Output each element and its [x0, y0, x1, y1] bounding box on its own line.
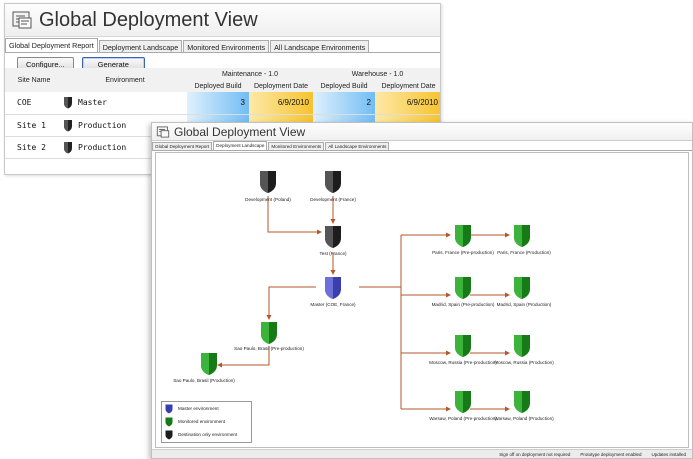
tab-monitored-environments[interactable]: Monitored Environments — [183, 40, 270, 52]
master-coe-node[interactable] — [324, 276, 342, 300]
column-group-maintenance: Maintenance - 1.0 — [187, 68, 313, 80]
landscape-canvas[interactable]: Development (Poland) Development (France… — [155, 152, 689, 448]
black-shield-icon — [64, 141, 72, 153]
status-bar: Sign off on deployment not required Prot… — [152, 449, 692, 458]
app-window-icon — [12, 11, 32, 29]
legend-item-master: Master environment — [162, 402, 251, 415]
column-header-w-build[interactable]: Deployed Build — [313, 80, 375, 92]
node-label: Moscow, Russia (Pre-production) — [429, 360, 497, 365]
black-shield-icon — [64, 119, 72, 131]
legend-label: Monitored environment — [178, 419, 225, 424]
node-label: Moscow, Russia (Production) — [494, 360, 554, 365]
status-item: Updates installed — [651, 451, 686, 457]
column-header-site[interactable]: Site Name — [5, 68, 63, 92]
tab-all-landscape-environments[interactable]: All Landscape Environments — [270, 40, 370, 52]
black-shield-icon — [64, 97, 72, 109]
black-shield-icon — [165, 430, 173, 439]
node-label: Master (COE, France) — [310, 302, 356, 307]
node-label: Madrid, Spain (Production) — [496, 302, 552, 307]
node-label: Test (France) — [319, 251, 347, 256]
legend-item-destination: Destination only environment — [162, 428, 251, 441]
warehouse-date-cell: 6/9/2010 — [375, 92, 440, 115]
tab-monitored-environments[interactable]: Monitored Environments — [268, 142, 325, 150]
tab-global-deployment-report[interactable]: Global Deployment Report — [5, 38, 98, 52]
app-window-icon — [156, 125, 170, 138]
status-item: Sign off on deployment not required — [499, 451, 571, 457]
site-name: Site 2 — [5, 136, 63, 159]
environment-name: Production — [78, 120, 127, 130]
paris-prod-node[interactable] — [513, 224, 531, 248]
report-title: Global Deployment View — [39, 8, 258, 31]
moscow-pre-node[interactable] — [454, 334, 472, 358]
landscape-title-bar: Global Deployment View — [152, 123, 692, 141]
dev-poland-node[interactable] — [259, 170, 277, 194]
column-header-m-date[interactable]: Deployment Date — [249, 80, 313, 92]
sao-paulo-prod-node[interactable] — [200, 352, 218, 376]
node-label: Warsaw, Poland (Production) — [494, 416, 554, 421]
node-label: Sao Paulo, Brasil (Production) — [173, 378, 235, 383]
tab-all-landscape-environments[interactable]: All Landscape Environments — [325, 142, 390, 150]
status-item: Prototype deployment enabled — [580, 451, 642, 457]
legend-item-monitored: Monitored environment — [162, 415, 251, 428]
environment-name: Master — [78, 98, 107, 108]
node-label: Madrid, Spain (Pre-production) — [431, 302, 495, 307]
tab-deployment-landscape[interactable]: Deployment Landscape — [213, 141, 268, 150]
landscape-window: Global Deployment View Global Deployment… — [151, 122, 693, 459]
sao-paulo-pre-node[interactable] — [260, 321, 278, 345]
legend-label: Master environment — [178, 406, 219, 411]
site-name: Site 1 — [5, 114, 63, 137]
node-label: Paris, France (Production) — [497, 250, 551, 255]
test-france-node[interactable] — [324, 225, 342, 249]
warehouse-build-cell: 2 — [313, 92, 375, 115]
node-label: Development (France) — [310, 197, 356, 202]
column-group-warehouse: Warehouse - 1.0 — [313, 68, 440, 80]
green-shield-icon — [165, 417, 173, 426]
node-label: Development (Poland) — [245, 197, 291, 202]
node-label: Sao Paulo, Brasil (Pre-production) — [234, 346, 304, 351]
legend: Master environment Monitored environment… — [161, 401, 252, 443]
table-row[interactable]: COE Master 3 6/9/2010 2 6/9/2010 — [5, 92, 440, 115]
blue-shield-icon — [165, 404, 173, 413]
column-header-w-date[interactable]: Deployment Date — [375, 80, 440, 92]
dev-france-node[interactable] — [324, 170, 342, 194]
column-header-environment[interactable]: Environment — [63, 68, 187, 92]
report-title-bar: Global Deployment View — [5, 4, 440, 37]
moscow-prod-node[interactable] — [513, 334, 531, 358]
landscape-title: Global Deployment View — [174, 124, 306, 139]
environment-name: Production — [78, 142, 127, 152]
node-label: Warsaw, Poland (Pre-production) — [429, 416, 497, 421]
madrid-prod-node[interactable] — [513, 276, 531, 300]
environment-cell: Master — [63, 92, 187, 115]
site-name: COE — [5, 92, 63, 115]
node-label: Paris, France (Pre-production) — [432, 250, 494, 255]
column-header-m-build[interactable]: Deployed Build — [187, 80, 249, 92]
warsaw-pre-node[interactable] — [454, 390, 472, 414]
maintenance-date-cell: 6/9/2010 — [249, 92, 313, 115]
maintenance-build-cell: 3 — [187, 92, 249, 115]
tab-global-deployment-report[interactable]: Global Deployment Report — [152, 142, 213, 150]
report-tabs: Global Deployment Report Deployment Land… — [5, 38, 440, 53]
legend-label: Destination only environment — [178, 432, 238, 437]
madrid-pre-node[interactable] — [454, 276, 472, 300]
landscape-tabs: Global Deployment Report Deployment Land… — [152, 141, 692, 151]
warsaw-prod-node[interactable] — [513, 390, 531, 414]
tab-deployment-landscape[interactable]: Deployment Landscape — [98, 40, 183, 52]
paris-pre-node[interactable] — [454, 224, 472, 248]
